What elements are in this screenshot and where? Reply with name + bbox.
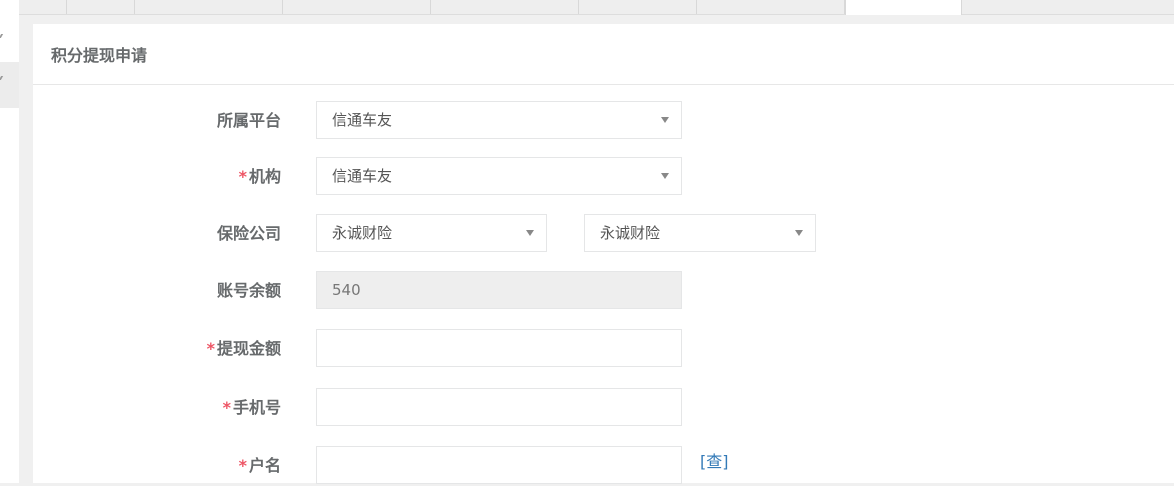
dropdown-caret-icon <box>661 117 669 123</box>
amount-input[interactable] <box>316 329 682 367</box>
collapse-arrow-icon[interactable] <box>0 34 7 38</box>
dropdown-caret-icon <box>795 230 803 236</box>
phone-row: * 手机号 <box>33 388 281 428</box>
insurer-select-2-value: 永诚财险 <box>600 224 661 242</box>
left-sidebar-strip <box>0 0 19 483</box>
sidebar-active-indicator <box>0 62 19 108</box>
platform-select-value: 信通车友 <box>332 111 393 129</box>
phone-label: * 手机号 <box>222 398 281 417</box>
balance-field: 540 <box>316 271 682 309</box>
insurer-label: 保险公司 <box>216 224 281 243</box>
tab-2[interactable] <box>67 0 135 14</box>
org-label: * 机构 <box>238 167 281 186</box>
required-mark: * <box>238 456 247 475</box>
balance-value: 540 <box>332 281 361 299</box>
required-mark: * <box>222 398 231 417</box>
phone-input[interactable] <box>316 388 682 426</box>
account-name-label: * 户名 <box>238 456 281 475</box>
dropdown-caret-icon <box>526 230 534 236</box>
amount-label: * 提现金额 <box>206 339 281 358</box>
platform-label: 所属平台 <box>216 111 281 130</box>
insurer-select-1[interactable]: 永诚财险 <box>316 214 547 252</box>
platform-row: 所属平台 <box>33 101 281 141</box>
balance-label: 账号余额 <box>216 281 281 300</box>
insurer-select-2[interactable]: 永诚财险 <box>584 214 816 252</box>
tab-6[interactable] <box>579 0 697 14</box>
org-select[interactable]: 信通车友 <box>316 157 682 195</box>
org-row: * 机构 <box>33 157 281 197</box>
account-name-row: * 户名 <box>33 446 281 486</box>
required-mark: * <box>238 167 247 186</box>
panel-header: 积分提现申请 <box>33 24 1174 85</box>
insurer-select-1-value: 永诚财险 <box>332 224 393 242</box>
page-title: 积分提现申请 <box>51 46 148 65</box>
amount-row: * 提现金额 <box>33 329 281 369</box>
platform-select[interactable]: 信通车友 <box>316 101 682 139</box>
insurer-row: 保险公司 <box>33 214 281 254</box>
tab-7[interactable] <box>697 0 845 14</box>
account-name-input[interactable] <box>316 446 682 484</box>
tab-5[interactable] <box>431 0 579 14</box>
tab-bar <box>19 0 1174 15</box>
tab-1[interactable] <box>19 0 67 14</box>
tab-active[interactable] <box>845 0 962 15</box>
required-mark: * <box>206 339 215 358</box>
balance-row: 账号余额 <box>33 271 281 311</box>
lookup-link[interactable]: [查] <box>700 448 729 472</box>
dropdown-caret-icon <box>661 173 669 179</box>
org-select-value: 信通车友 <box>332 167 393 185</box>
tab-3[interactable] <box>135 0 283 14</box>
tab-4[interactable] <box>283 0 431 14</box>
withdraw-panel: 积分提现申请 所属平台 信通车友 * 机构 信通车友 保险公司 永诚财险 永诚财险… <box>33 24 1174 486</box>
